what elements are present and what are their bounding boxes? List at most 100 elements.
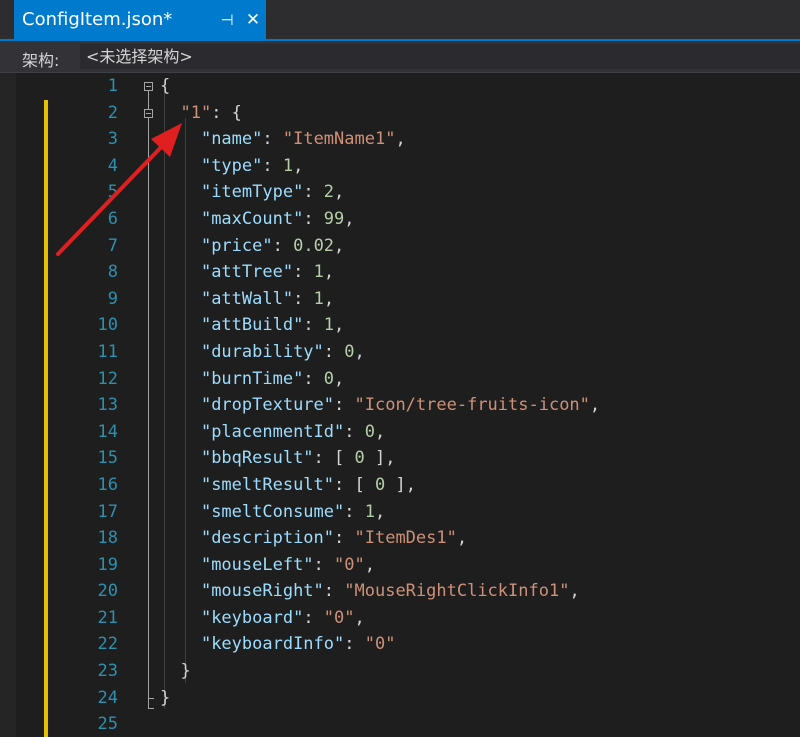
- json-punctuation: [160, 262, 201, 282]
- json-punctuation: [160, 448, 201, 468]
- line-number: 6: [107, 208, 118, 229]
- code-line[interactable]: }: [160, 685, 800, 712]
- json-string: "ItemName1": [282, 129, 396, 150]
- line-number: 3: [107, 129, 118, 150]
- json-key: "placenmentId": [200, 421, 345, 442]
- code-line[interactable]: "attBuild": 1,: [160, 312, 800, 339]
- code-line[interactable]: "placenmentId": 0,: [160, 419, 800, 446]
- code-line[interactable]: {: [160, 73, 800, 100]
- outlining-margin: [140, 73, 158, 737]
- json-punctuation: :: [303, 315, 324, 336]
- code-line[interactable]: "attWall": 1,: [160, 286, 800, 313]
- json-key: "price": [200, 235, 273, 256]
- json-punctuation: :: [344, 501, 365, 522]
- code-line[interactable]: "itemType": 2,: [160, 179, 800, 206]
- json-punctuation: [160, 369, 201, 389]
- json-number: 0: [323, 368, 335, 389]
- json-punctuation: :: [293, 262, 314, 283]
- json-key: "smeltConsume": [200, 501, 345, 522]
- code-line[interactable]: [160, 711, 800, 737]
- json-punctuation: }: [160, 687, 171, 708]
- json-punctuation: ,: [323, 262, 335, 283]
- code-line[interactable]: "name": "ItemName1",: [160, 126, 800, 153]
- editor-left-strip: [0, 73, 16, 737]
- code-text[interactable]: { "1": { "name": "ItemName1", "type": 1,…: [160, 73, 800, 737]
- json-key: "description": [200, 528, 335, 549]
- line-number: 15: [97, 448, 118, 469]
- line-number-gutter: 1 2 3 4 5 6 7 8 9 10 11 12 13 14 15 16 17 18 19 20 21 22 23 24 2…: [60, 73, 118, 737]
- json-punctuation: :: [323, 341, 345, 362]
- close-icon[interactable]: ✕: [242, 0, 264, 39]
- json-key: "attWall": [200, 288, 294, 309]
- code-line[interactable]: "burnTime": 0,: [160, 366, 800, 393]
- code-line[interactable]: "mouseRight": "MouseRightClickInfo1",: [160, 578, 800, 605]
- line-number: 8: [107, 262, 118, 283]
- architecture-label: 架构:: [22, 51, 60, 70]
- json-punctuation: ,: [293, 155, 304, 176]
- json-key: "name": [200, 129, 263, 150]
- json-punctuation: [160, 502, 201, 522]
- json-string: "0": [364, 634, 396, 655]
- json-punctuation: :: [344, 634, 365, 655]
- json-punctuation: [160, 182, 201, 202]
- json-punctuation: ,: [374, 421, 386, 442]
- json-punctuation: :: [262, 129, 283, 150]
- line-number: 9: [107, 288, 118, 309]
- code-line[interactable]: "mouseLeft": "0",: [160, 552, 800, 579]
- json-key: "burnTime": [200, 368, 304, 389]
- collapse-toggle-icon[interactable]: [144, 82, 153, 91]
- code-line[interactable]: "description": "ItemDes1",: [160, 525, 800, 552]
- json-punctuation: ,: [354, 341, 365, 362]
- line-number: 1: [107, 76, 118, 96]
- outline-line: [148, 699, 149, 708]
- code-line[interactable]: "keyboardInfo": "0": [160, 631, 800, 658]
- json-punctuation: ,: [334, 182, 345, 203]
- json-number: 1: [364, 501, 375, 522]
- line-number: 22: [97, 634, 118, 655]
- code-line[interactable]: "type": 1,: [160, 153, 800, 180]
- line-number: 14: [97, 421, 118, 442]
- line-number: 7: [107, 235, 118, 256]
- line-number: 21: [97, 607, 118, 628]
- json-number: 0: [374, 474, 386, 495]
- json-punctuation: ],: [385, 474, 416, 495]
- json-key: "dropTexture": [200, 395, 335, 416]
- json-key: "mouseLeft": [200, 554, 314, 575]
- tab-configitem-json[interactable]: ConfigItem.json* ⊣ ✕: [14, 0, 266, 39]
- outline-line: [148, 118, 149, 698]
- json-punctuation: [160, 395, 201, 415]
- architecture-dropdown[interactable]: <未选择架构>: [80, 44, 800, 69]
- json-punctuation: {: [160, 76, 171, 96]
- json-number: 0: [364, 421, 375, 442]
- line-number: 4: [107, 155, 118, 176]
- json-punctuation: :: [272, 235, 294, 256]
- json-string: "0": [323, 607, 355, 628]
- json-punctuation: [160, 608, 201, 628]
- line-number: 5: [107, 182, 118, 203]
- code-line[interactable]: "smeltResult": [ 0 ],: [160, 472, 800, 499]
- pin-icon[interactable]: ⊣: [216, 0, 238, 39]
- code-line[interactable]: "keyboard": "0",: [160, 605, 800, 632]
- json-punctuation: [160, 528, 201, 548]
- json-punctuation: ,: [344, 208, 355, 229]
- line-number: 18: [97, 528, 118, 549]
- code-line[interactable]: "price": 0.02,: [160, 233, 800, 260]
- line-number: 2: [107, 102, 118, 123]
- code-line[interactable]: "attTree": 1,: [160, 259, 800, 286]
- code-line[interactable]: "1": {: [160, 100, 800, 127]
- code-line[interactable]: }: [160, 658, 800, 685]
- code-line[interactable]: "smeltConsume": 1,: [160, 499, 800, 526]
- json-punctuation: :: [334, 395, 355, 416]
- json-punctuation: ,: [334, 368, 345, 389]
- json-punctuation: :: [303, 607, 324, 628]
- code-line[interactable]: "durability": 0,: [160, 339, 800, 366]
- json-number: 0.02: [293, 235, 335, 256]
- collapse-toggle-icon[interactable]: [144, 109, 153, 118]
- code-line[interactable]: "dropTexture": "Icon/tree-fruits-icon",: [160, 392, 800, 419]
- code-line[interactable]: "maxCount": 99,: [160, 206, 800, 233]
- code-line[interactable]: "bbqResult": [ 0 ],: [160, 445, 800, 472]
- document-tab-strip: ConfigItem.json* ⊣ ✕: [0, 0, 800, 41]
- editor-area[interactable]: 1 2 3 4 5 6 7 8 9 10 11 12 13 14 15 16 17 18 19 20 21 22 23 24 2…: [0, 73, 800, 737]
- json-punctuation: : [: [334, 474, 375, 495]
- json-key: "bbqResult": [200, 448, 314, 469]
